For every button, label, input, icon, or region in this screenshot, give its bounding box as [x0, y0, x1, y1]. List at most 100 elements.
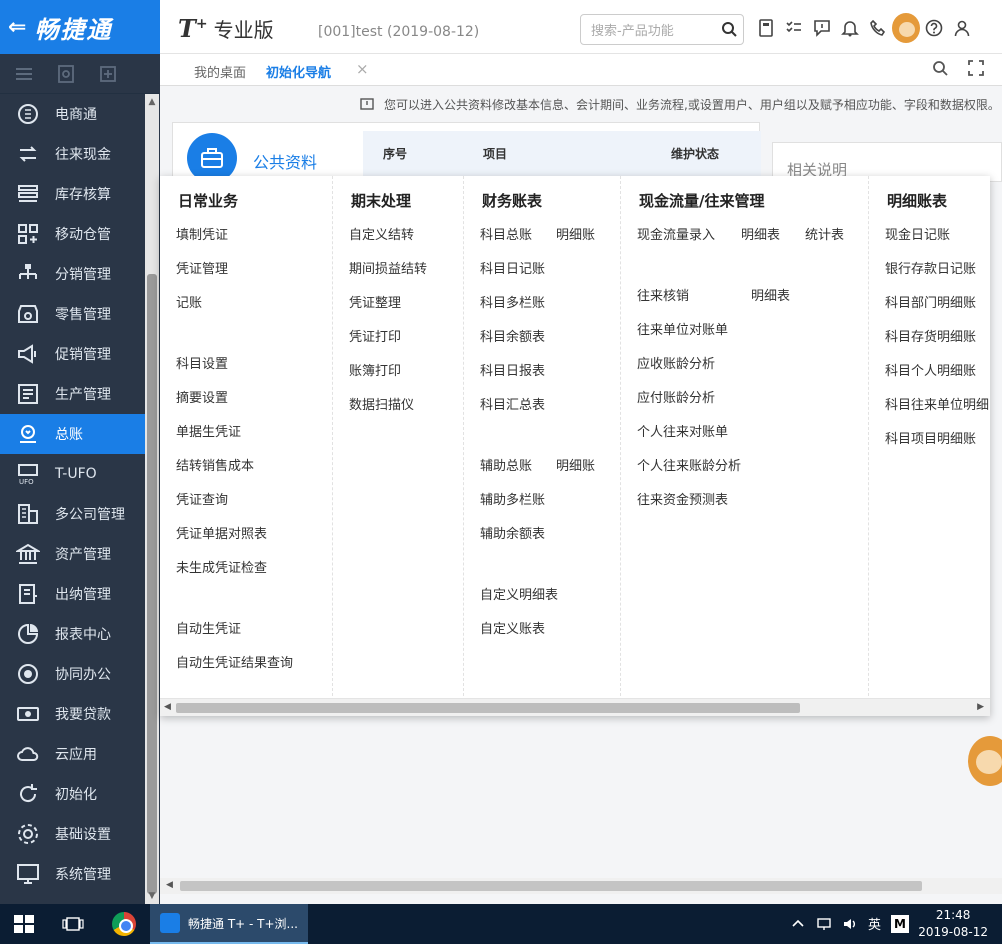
menu-item[interactable]: 个人往来账龄分析 — [637, 455, 741, 474]
windows-start-icon[interactable] — [14, 915, 34, 933]
menu-item[interactable]: 应付账龄分析 — [637, 387, 715, 406]
notification-bell-icon[interactable] — [836, 14, 864, 42]
sidebar-item[interactable]: 生产管理 — [0, 374, 145, 414]
menu-item[interactable]: 科目余额表 — [480, 326, 545, 345]
menu-item[interactable]: 凭证整理 — [349, 292, 401, 311]
menu-item[interactable]: 科目日报表 — [480, 360, 545, 379]
search-input[interactable]: 搜索-产品功能 — [580, 14, 744, 45]
menu-item[interactable]: 个人往来对账单 — [637, 421, 728, 440]
sidebar-item[interactable]: 总账 — [0, 414, 154, 454]
scroll-down-icon[interactable]: ▼ — [147, 890, 157, 902]
user-icon[interactable] — [948, 14, 976, 42]
message-icon[interactable] — [808, 14, 836, 42]
sidebar-item[interactable]: 出纳管理 — [0, 574, 145, 614]
sidebar-scroll-thumb[interactable] — [147, 274, 157, 894]
volume-icon[interactable] — [842, 916, 858, 932]
menu-scroll-thumb[interactable] — [176, 703, 800, 713]
phone-icon[interactable] — [864, 14, 892, 42]
menu-item[interactable]: 记账 — [176, 292, 202, 311]
menu-item[interactable]: 应收账龄分析 — [637, 353, 715, 372]
menu-item[interactable]: 辅助多栏账 — [480, 489, 545, 508]
scroll-left-icon[interactable]: ◀ — [164, 702, 171, 712]
brand-home[interactable]: ⇐ 畅捷通 — [0, 0, 160, 54]
menu-item[interactable]: 凭证打印 — [349, 326, 401, 345]
menu-horizontal-scrollbar[interactable]: ◀ ▶ — [160, 698, 990, 716]
menu-item[interactable]: 自动生凭证结果查询 — [176, 652, 293, 671]
menu-item[interactable]: 科目个人明细账 — [885, 360, 976, 379]
sidebar-item[interactable]: 系统管理 — [0, 854, 145, 894]
assistant-monkey-icon[interactable] — [892, 13, 920, 43]
sidebar-item[interactable]: 零售管理 — [0, 294, 145, 334]
menu-item[interactable]: 科目项目明细账 — [885, 428, 976, 447]
sidebar-item[interactable]: UFO T-UFO — [0, 454, 145, 494]
tab-close-icon[interactable]: × — [356, 60, 369, 78]
tab-init-navigation[interactable]: 初始化导航 — [266, 62, 332, 89]
menu-item[interactable]: 科目总账 — [480, 224, 532, 243]
menu-item[interactable]: 摘要设置 — [176, 387, 228, 406]
sidebar-item[interactable]: 库存核算 — [0, 174, 145, 214]
menu-item[interactable]: 辅助余额表 — [480, 523, 545, 542]
main-horizontal-scrollbar[interactable]: ◀ — [160, 878, 1002, 894]
menu-item[interactable]: 银行存款日记账 — [885, 258, 976, 277]
chevron-up-icon[interactable] — [790, 916, 806, 932]
menu-item[interactable]: 凭证管理 — [176, 258, 228, 277]
sidebar-item[interactable]: 分销管理 — [0, 254, 145, 294]
main-scroll-thumb[interactable] — [180, 881, 922, 891]
menu-item[interactable]: 科目设置 — [176, 353, 228, 372]
menu-item[interactable]: 往来核销 — [637, 285, 689, 304]
menu-item[interactable]: 科目汇总表 — [480, 394, 545, 413]
ime-indicator[interactable]: 英 — [868, 914, 881, 933]
sidebar-item[interactable]: 促销管理 — [0, 334, 145, 374]
menu-item[interactable]: 辅助总账 — [480, 455, 532, 474]
scroll-left-icon[interactable]: ◀ — [166, 880, 173, 890]
menu-item[interactable]: 结转销售成本 — [176, 455, 254, 474]
sidebar-item[interactable]: 初始化 — [0, 774, 145, 814]
sidebar-item[interactable]: 多公司管理 — [0, 494, 145, 534]
menu-item[interactable]: 现金流量录入 — [637, 224, 715, 243]
chrome-browser-icon[interactable] — [112, 912, 136, 936]
menu-item[interactable]: 账簿打印 — [349, 360, 401, 379]
menu-item[interactable]: 明细账 — [556, 224, 595, 243]
menu-item[interactable]: 往来单位对账单 — [637, 319, 728, 338]
sidebar-item[interactable]: 我要贷款 — [0, 694, 145, 734]
task-view-icon[interactable] — [62, 916, 84, 932]
menu-item[interactable]: 填制凭证 — [176, 224, 228, 243]
menu-item[interactable]: 凭证单据对照表 — [176, 523, 267, 542]
sidebar-item[interactable]: 基础设置 — [0, 814, 145, 854]
sidebar-item[interactable]: 往来现金 — [0, 134, 145, 174]
sidebar-item[interactable]: 协同办公 — [0, 654, 145, 694]
help-icon[interactable] — [920, 14, 948, 42]
menu-item[interactable]: 往来资金预测表 — [637, 489, 728, 508]
clock[interactable]: 21:48 2019-08-12 — [918, 907, 988, 941]
menu-item[interactable]: 自定义结转 — [349, 224, 414, 243]
sidebar-item[interactable]: 云应用 — [0, 734, 145, 774]
checklist-icon[interactable] — [780, 14, 808, 42]
sidebar-item[interactable]: 资产管理 — [0, 534, 145, 574]
hamburger-menu-icon[interactable] — [14, 64, 34, 84]
search-icon[interactable] — [721, 21, 737, 37]
menu-item[interactable]: 科目存货明细账 — [885, 326, 976, 345]
sidebar-item[interactable]: 报表中心 — [0, 614, 145, 654]
sidebar-item[interactable]: 电商通 — [0, 94, 145, 134]
scroll-up-icon[interactable]: ▲ — [147, 96, 157, 108]
calculator-icon[interactable] — [752, 14, 780, 42]
menu-item[interactable]: 单据生凭证 — [176, 421, 241, 440]
menu-item[interactable]: 科目日记账 — [480, 258, 545, 277]
menu-item[interactable]: 期间损益结转 — [349, 258, 427, 277]
menu-item[interactable]: 科目多栏账 — [480, 292, 545, 311]
menu-item[interactable]: 科目往来单位明细 — [885, 394, 989, 413]
menu-item[interactable]: 明细账 — [556, 455, 595, 474]
menu-item[interactable]: 科目部门明细账 — [885, 292, 976, 311]
search-doc-icon[interactable] — [56, 64, 76, 84]
back-arrow-icon[interactable]: ⇐ — [8, 15, 26, 40]
network-icon[interactable] — [816, 916, 832, 932]
menu-item[interactable]: 自定义明细表 — [480, 584, 558, 603]
sidebar-scrollbar[interactable]: ▲ ▼ — [145, 94, 159, 904]
menu-item[interactable]: 明细表 — [751, 285, 790, 304]
menu-item[interactable]: 自动生凭证 — [176, 618, 241, 637]
ime-mode-icon[interactable]: M — [891, 914, 910, 933]
menu-item[interactable]: 未生成凭证检查 — [176, 557, 267, 576]
menu-item[interactable]: 现金日记账 — [885, 224, 950, 243]
tab-my-desktop[interactable]: 我的桌面 — [194, 62, 246, 81]
menu-item[interactable]: 明细表 — [741, 224, 780, 243]
